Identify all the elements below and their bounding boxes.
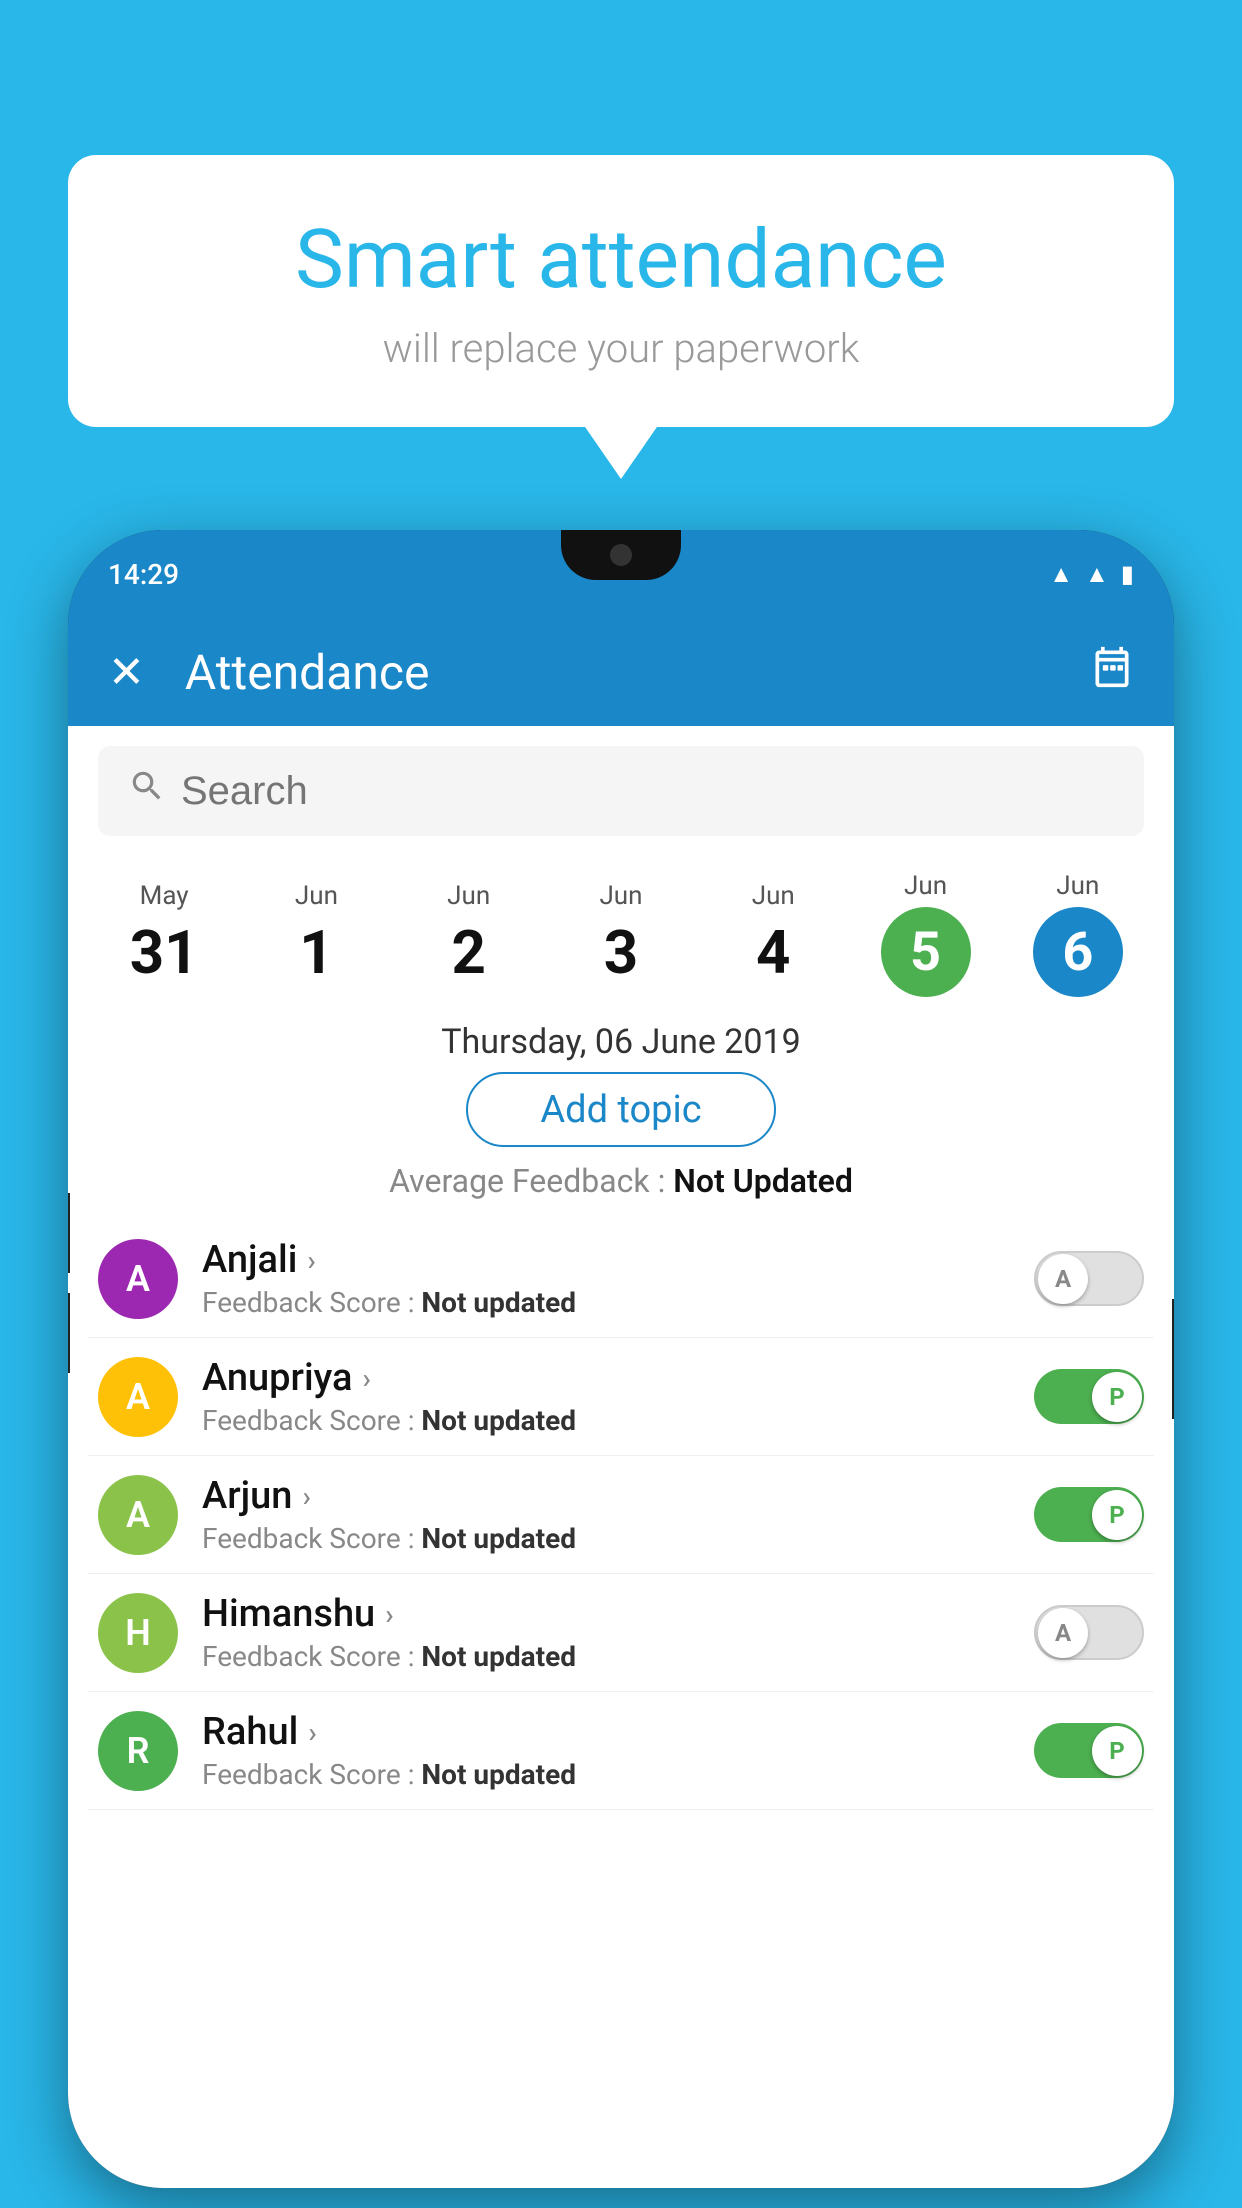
- attendance-toggle-4[interactable]: P: [1034, 1723, 1144, 1778]
- date-col-1[interactable]: Jun 1: [240, 881, 392, 988]
- toggle-knob-4: P: [1092, 1726, 1142, 1776]
- search-icon: [128, 767, 166, 815]
- student-info-4: Rahul › Feedback Score : Not updated: [202, 1710, 1034, 1791]
- student-avatar-3: H: [98, 1593, 178, 1673]
- student-row-2[interactable]: A Arjun › Feedback Score : Not updated P: [88, 1456, 1154, 1574]
- date-day-circle-5: 5: [881, 907, 971, 997]
- toggle-knob-1: P: [1092, 1372, 1142, 1422]
- date-col-4[interactable]: Jun 4: [697, 881, 849, 988]
- student-avatar-4: R: [98, 1711, 178, 1791]
- app-header: ✕ Attendance: [68, 618, 1174, 726]
- student-avatar-2: A: [98, 1475, 178, 1555]
- date-day-4: 4: [697, 917, 849, 988]
- speech-bubble: Smart attendance will replace your paper…: [68, 155, 1174, 427]
- status-icons: ▲ ▲ ▮: [1049, 560, 1134, 589]
- close-button[interactable]: ✕: [108, 646, 145, 698]
- date-month-5: Jun: [849, 871, 1001, 901]
- student-feedback-3: Feedback Score : Not updated: [202, 1640, 1034, 1673]
- avg-feedback-label: Average Feedback :: [389, 1162, 665, 1200]
- student-list: AAnjali ›Feedback Score : Not updatedAAA…: [68, 1220, 1174, 1810]
- student-info-1: Anupriya › Feedback Score : Not updated: [202, 1356, 1034, 1437]
- student-name-0: Anjali ›: [202, 1238, 1034, 1282]
- date-month-4: Jun: [697, 881, 849, 911]
- selected-date-label: Thursday, 06 June 2019: [68, 1022, 1174, 1062]
- date-strip: May31Jun1Jun2Jun3Jun4Jun5Jun6: [68, 856, 1174, 1002]
- student-feedback-0: Feedback Score : Not updated: [202, 1286, 1034, 1319]
- bubble-subtitle: will replace your paperwork: [128, 325, 1114, 372]
- student-info-3: Himanshu › Feedback Score : Not updated: [202, 1592, 1034, 1673]
- student-info-2: Arjun › Feedback Score : Not updated: [202, 1474, 1034, 1555]
- notch-camera: [610, 544, 632, 566]
- date-month-1: Jun: [240, 881, 392, 911]
- student-chevron-3: ›: [385, 1598, 393, 1631]
- toggle-knob-3: A: [1038, 1608, 1088, 1658]
- status-bar: 14:29 ▲ ▲ ▮: [68, 530, 1174, 618]
- wifi-icon: ▲: [1049, 560, 1073, 589]
- student-avatar-1: A: [98, 1357, 178, 1437]
- student-name-3: Himanshu ›: [202, 1592, 1034, 1636]
- date-month-3: Jun: [545, 881, 697, 911]
- date-col-5[interactable]: Jun 5: [849, 871, 1001, 997]
- date-day-0: 31: [88, 917, 240, 988]
- student-chevron-0: ›: [307, 1244, 315, 1277]
- signal-icon: ▲: [1085, 560, 1109, 589]
- date-month-0: May: [88, 881, 240, 911]
- student-avatar-0: A: [98, 1239, 178, 1319]
- date-col-3[interactable]: Jun 3: [545, 881, 697, 988]
- student-row-3[interactable]: H Himanshu › Feedback Score : Not updatedA: [88, 1574, 1154, 1692]
- volume-button-down: [68, 1293, 70, 1373]
- date-day-3: 3: [545, 917, 697, 988]
- avg-feedback-value: Not Updated: [673, 1162, 853, 1200]
- attendance-toggle-0[interactable]: A: [1034, 1251, 1144, 1306]
- bubble-title: Smart attendance: [128, 215, 1114, 305]
- student-row-1[interactable]: A Anupriya › Feedback Score : Not updated P: [88, 1338, 1154, 1456]
- battery-icon: ▮: [1121, 560, 1134, 588]
- student-info-0: Anjali › Feedback Score : Not updated: [202, 1238, 1034, 1319]
- student-name-1: Anupriya ›: [202, 1356, 1034, 1400]
- date-col-0[interactable]: May 31: [88, 881, 240, 988]
- search-input[interactable]: [181, 769, 1114, 814]
- toggle-knob-0: A: [1038, 1254, 1088, 1304]
- page-title: Attendance: [185, 644, 1090, 701]
- date-col-2[interactable]: Jun 2: [393, 881, 545, 988]
- student-row-4[interactable]: R Rahul › Feedback Score : Not updated P: [88, 1692, 1154, 1810]
- student-chevron-2: ›: [302, 1480, 310, 1513]
- speech-bubble-container: Smart attendance will replace your paper…: [68, 155, 1174, 427]
- toggle-knob-2: P: [1092, 1490, 1142, 1540]
- phone-frame: 14:29 ▲ ▲ ▮ ✕ Attendance: [68, 530, 1174, 2188]
- student-name-4: Rahul ›: [202, 1710, 1034, 1754]
- student-chevron-4: ›: [308, 1716, 316, 1749]
- date-day-1: 1: [240, 917, 392, 988]
- student-feedback-4: Feedback Score : Not updated: [202, 1758, 1034, 1791]
- notch: [561, 530, 681, 580]
- calendar-icon[interactable]: [1090, 645, 1134, 699]
- attendance-toggle-2[interactable]: P: [1034, 1487, 1144, 1542]
- phone-screen: May31Jun1Jun2Jun3Jun4Jun5Jun6 Thursday, …: [68, 726, 1174, 2188]
- search-bar[interactable]: [98, 746, 1144, 836]
- student-feedback-2: Feedback Score : Not updated: [202, 1522, 1034, 1555]
- attendance-toggle-3[interactable]: A: [1034, 1605, 1144, 1660]
- volume-button-right: [1172, 1299, 1174, 1419]
- student-name-2: Arjun ›: [202, 1474, 1034, 1518]
- date-day-circle-6: 6: [1033, 907, 1123, 997]
- date-day-2: 2: [393, 917, 545, 988]
- add-topic-button[interactable]: Add topic: [466, 1072, 776, 1147]
- date-month-6: Jun: [1002, 871, 1154, 901]
- date-month-2: Jun: [393, 881, 545, 911]
- status-time: 14:29: [108, 558, 179, 591]
- student-feedback-1: Feedback Score : Not updated: [202, 1404, 1034, 1437]
- volume-button-up: [68, 1193, 70, 1273]
- avg-feedback: Average Feedback : Not Updated: [68, 1162, 1174, 1200]
- student-chevron-1: ›: [362, 1362, 370, 1395]
- attendance-toggle-1[interactable]: P: [1034, 1369, 1144, 1424]
- student-row-0[interactable]: AAnjali ›Feedback Score : Not updatedA: [88, 1220, 1154, 1338]
- date-col-6[interactable]: Jun 6: [1002, 871, 1154, 997]
